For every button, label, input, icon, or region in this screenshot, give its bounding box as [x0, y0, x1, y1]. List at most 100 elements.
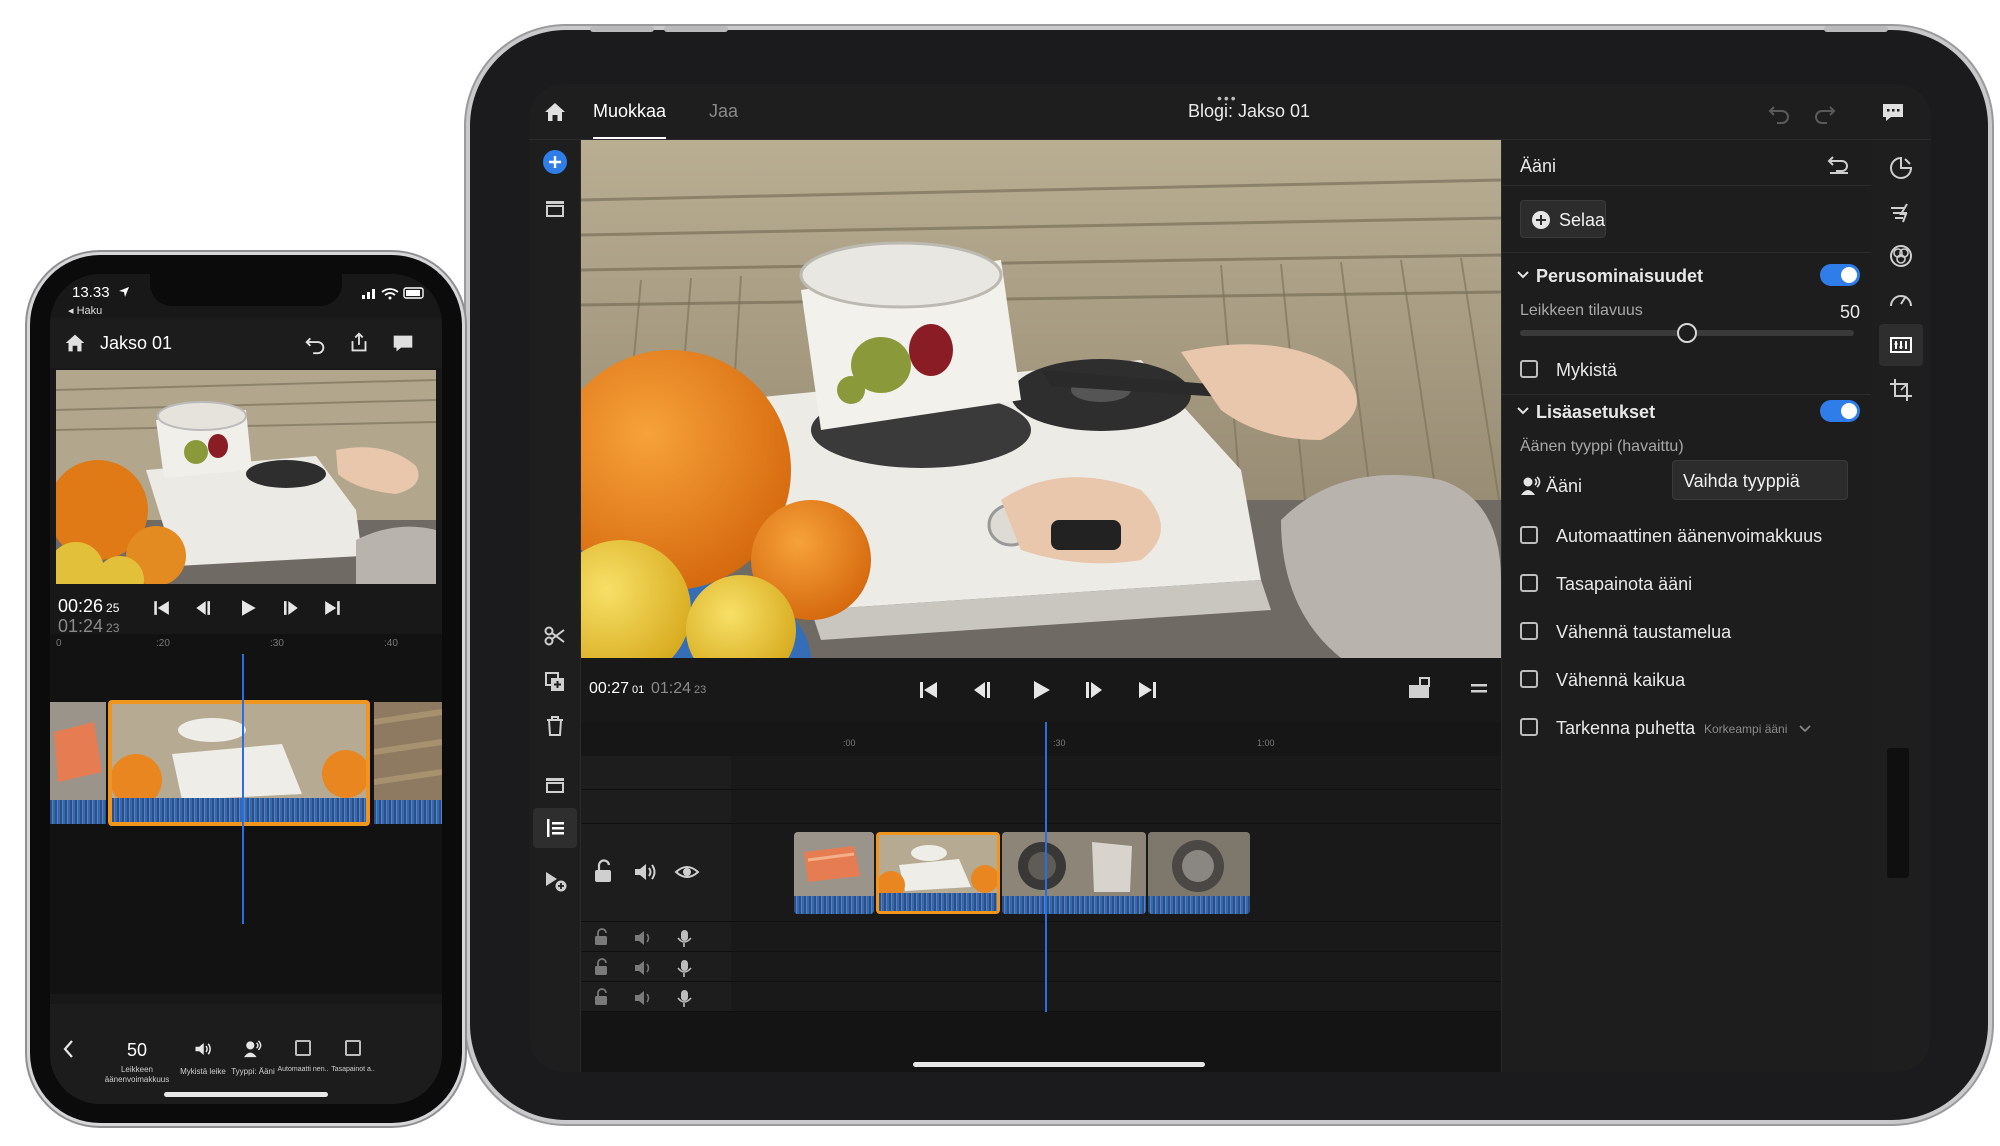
skip-to-start-icon[interactable]: [150, 596, 174, 620]
speaker-icon[interactable]: [631, 860, 659, 884]
auto-volume-checkbox[interactable]: [1520, 526, 1538, 544]
audio-track-controls-icon[interactable]: [593, 928, 723, 948]
audio-tool-tab[interactable]: [1879, 324, 1923, 366]
speed-gauge-icon[interactable]: [1887, 286, 1915, 314]
transitions-icon[interactable]: [1887, 198, 1915, 226]
playhead[interactable]: [1045, 722, 1047, 1012]
color-filters-icon[interactable]: [1887, 242, 1915, 270]
slider-knob[interactable]: [1677, 323, 1697, 343]
delete-trash-icon[interactable]: [541, 712, 569, 740]
enhance-speech-checkbox[interactable]: [1520, 718, 1538, 736]
panel-header: Ääni: [1502, 140, 1872, 186]
phone-notch: [150, 274, 342, 306]
track-header: [581, 756, 731, 790]
mute-tool[interactable]: Mykistä leike: [176, 1040, 230, 1077]
balance-tool[interactable]: Tasapainot a..: [326, 1040, 380, 1075]
step-forward-icon[interactable]: [278, 596, 302, 620]
phone-timeline[interactable]: 0 :20 :30 :40: [50, 634, 442, 994]
advanced-section-toggle[interactable]: [1820, 400, 1860, 422]
comments-icon[interactable]: [1879, 98, 1907, 126]
tab-share[interactable]: Jaa: [709, 101, 738, 122]
track-layers-icon[interactable]: [541, 770, 569, 798]
skip-to-start-icon[interactable]: [915, 676, 943, 704]
time-ruler[interactable]: :00 :30 1:00: [581, 722, 1501, 756]
timeline-clip[interactable]: [794, 832, 874, 914]
dialogue-speaker-icon: [243, 1040, 263, 1058]
reset-icon[interactable]: [1826, 152, 1852, 176]
duplicate-icon[interactable]: [541, 668, 569, 696]
fullscreen-icon[interactable]: [1405, 674, 1433, 702]
advanced-section-title[interactable]: Lisäasetukset: [1536, 402, 1655, 423]
undo-icon[interactable]: [302, 330, 328, 356]
play-icon[interactable]: [236, 596, 260, 620]
skip-to-end-icon[interactable]: [1133, 676, 1161, 704]
timeline-clip[interactable]: [1002, 832, 1146, 914]
chevron-down-icon[interactable]: [1798, 722, 1812, 736]
undo-icon[interactable]: [1765, 98, 1793, 126]
auto-volume-tool[interactable]: Automaatti nen..: [276, 1040, 330, 1075]
back-to-search[interactable]: ◂ Haku: [68, 304, 102, 317]
menu-lines-icon[interactable]: [1465, 674, 1493, 702]
reduce-noise-checkbox[interactable]: [1520, 622, 1538, 640]
comments-icon[interactable]: [390, 330, 416, 356]
home-icon[interactable]: [541, 98, 569, 126]
color-wheel-icon[interactable]: [1887, 154, 1915, 182]
phone-clip[interactable]: [50, 702, 106, 824]
chevron-left-icon[interactable]: [60, 1038, 78, 1060]
volume-tool[interactable]: 50 Leikkeen äänenvoimakkuus: [102, 1040, 172, 1085]
unlock-icon[interactable]: [591, 858, 615, 886]
phone-header: Jakso 01: [50, 318, 442, 368]
main-video-lane[interactable]: [731, 824, 1501, 922]
balance-audio-checkbox[interactable]: [1520, 574, 1538, 592]
home-icon[interactable]: [62, 330, 88, 356]
phone-video-preview[interactable]: [56, 370, 436, 584]
browse-button[interactable]: Selaa: [1520, 200, 1606, 238]
track-lane[interactable]: [731, 790, 1501, 824]
chevron-down-icon[interactable]: [1516, 404, 1530, 418]
selected-timeline-clip[interactable]: [876, 832, 1000, 914]
audio-track-controls-icon[interactable]: [593, 988, 723, 1008]
step-back-icon[interactable]: [969, 676, 997, 704]
type-tool[interactable]: Tyyppi: Ääni: [226, 1040, 280, 1077]
play-icon[interactable]: [1027, 676, 1055, 704]
audio-track-controls-icon[interactable]: [593, 958, 723, 978]
mute-checkbox[interactable]: [1520, 360, 1538, 378]
audio-lane[interactable]: [731, 982, 1501, 1012]
audio-lane[interactable]: [731, 952, 1501, 982]
skip-to-end-icon[interactable]: [320, 596, 344, 620]
add-track-icon[interactable]: [541, 866, 569, 894]
phone-clip[interactable]: [374, 702, 442, 824]
clip-volume-slider[interactable]: [1520, 323, 1854, 343]
timeline-view-tab[interactable]: [533, 808, 577, 848]
checkbox-icon: [345, 1040, 361, 1056]
selected-phone-clip[interactable]: [108, 700, 370, 826]
reduce-reverb-checkbox[interactable]: [1520, 670, 1538, 688]
phone-home-indicator[interactable]: [164, 1092, 328, 1097]
video-preview[interactable]: [581, 140, 1501, 658]
audio-lane[interactable]: [731, 922, 1501, 952]
add-media-icon[interactable]: [541, 148, 569, 176]
redo-icon[interactable]: [1811, 98, 1839, 126]
enhance-speech-value[interactable]: Korkeampi ääni: [1704, 722, 1787, 736]
phone-playhead[interactable]: [242, 654, 244, 924]
media-library-icon[interactable]: [541, 194, 569, 222]
chevron-down-icon[interactable]: [1516, 268, 1530, 282]
main-track-header: [581, 824, 731, 922]
share-icon[interactable]: [346, 330, 372, 356]
audio-track-header: [581, 922, 731, 952]
timeline-clip[interactable]: [1148, 832, 1250, 914]
basic-section-toggle[interactable]: [1820, 264, 1860, 286]
split-scissors-icon[interactable]: [541, 622, 569, 650]
step-forward-icon[interactable]: [1079, 676, 1107, 704]
tablet-home-indicator[interactable]: [913, 1062, 1205, 1067]
change-type-button[interactable]: Vaihda tyyppiä: [1672, 460, 1848, 500]
crop-icon[interactable]: [1887, 376, 1915, 404]
timeline[interactable]: :00 :30 1:00: [581, 722, 1501, 1072]
step-back-icon[interactable]: [192, 596, 216, 620]
basic-section-title[interactable]: Perusominaisuudet: [1536, 266, 1703, 287]
track-lane[interactable]: [731, 756, 1501, 790]
ruler-tick: 1:00: [1257, 738, 1275, 748]
eye-visibility-icon[interactable]: [673, 860, 701, 884]
browse-button-label: Selaa: [1559, 210, 1606, 230]
tab-edit[interactable]: Muokkaa: [593, 101, 667, 139]
